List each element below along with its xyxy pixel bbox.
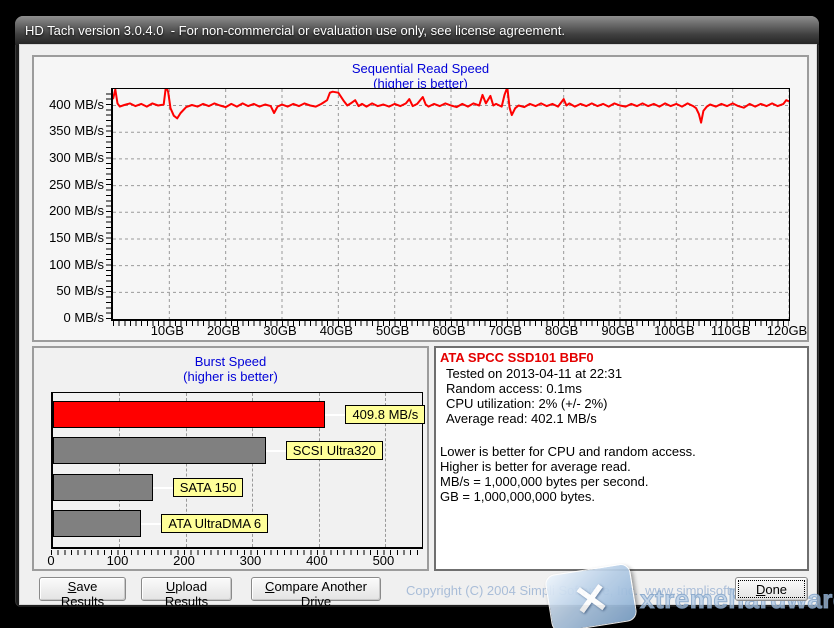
y-tick-label: 400 MB/s: [42, 98, 104, 112]
burst-x-tick-label: 400: [300, 553, 334, 568]
bar-callout-label: ATA UltraDMA 6: [161, 514, 268, 533]
drive-stats: Tested on 2013-04-11 at 22:31Random acce…: [446, 366, 622, 426]
stat-line: Average read: 402.1 MB/s: [446, 411, 622, 426]
stat-line: Tested on 2013-04-11 at 22:31: [446, 366, 622, 381]
x-tick-label: 30GB: [254, 324, 306, 338]
burst-bar-ata-ultradma-6: [53, 510, 141, 537]
y-tick-label: 100 MB/s: [42, 258, 104, 272]
burst-x-tick-label: 200: [167, 553, 201, 568]
bar-callout-label: SATA 150: [173, 478, 244, 497]
read-speed-line: [113, 89, 789, 123]
bar-callout-line: [325, 414, 345, 416]
bar-callout-line: [153, 487, 173, 489]
burst-x-tick-label: 0: [34, 553, 68, 568]
x-tick-label: 50GB: [367, 324, 419, 338]
screen-background: HD Tach version 3.0.4.0 - For non-commer…: [0, 0, 834, 628]
burst-bar-sata-150: [53, 474, 153, 501]
x-tick-label: 70GB: [479, 324, 531, 338]
x-tick-label: 40GB: [310, 324, 362, 338]
note-line: Lower is better for CPU and random acces…: [440, 444, 696, 459]
x-icon: ✕: [545, 566, 636, 628]
burst-plot: 409.8 MB/s SCSI Ultra320 SATA 150 ATA Ultra…: [51, 392, 423, 549]
x-tick-label: 60GB: [423, 324, 475, 338]
burst-chart-subtitle: (higher is better): [34, 369, 427, 384]
stat-line: Random access: 0.1ms: [446, 381, 622, 396]
note-line: GB = 1,000,000,000 bytes.: [440, 489, 696, 504]
x-tick-label: 120GB: [761, 324, 813, 338]
save-results-button[interactable]: Save Results: [39, 577, 126, 601]
client-area: Sequential Read Speed (higher is better)…: [20, 45, 816, 604]
burst-speed-panel: Burst Speed (higher is better) 409.8 MB/…: [32, 346, 429, 571]
hdtach-window: HD Tach version 3.0.4.0 - For non-commer…: [14, 15, 820, 608]
y-tick-label: 50 MB/s: [42, 284, 104, 298]
compare-another-drive-button[interactable]: Compare Another Drive: [251, 577, 381, 601]
burst-chart-title: Burst Speed: [34, 354, 427, 369]
drive-info-panel: ATA SPCC SSD101 BBF0 Tested on 2013-04-1…: [434, 346, 809, 571]
title-bar[interactable]: HD Tach version 3.0.4.0 - For non-commer…: [15, 16, 819, 45]
y-tick-label: 0 MB/s: [42, 311, 104, 325]
note-line: MB/s = 1,000,000 bytes per second.: [440, 474, 696, 489]
burst-x-tick-label: 500: [366, 553, 400, 568]
bar-callout-label: SCSI Ultra320: [286, 441, 383, 460]
legend-notes: Lower is better for CPU and random acces…: [440, 444, 696, 504]
x-tick-label: 80GB: [536, 324, 588, 338]
read-chart-title: Sequential Read Speed: [34, 61, 807, 76]
bar-callout-line: [141, 523, 161, 525]
window-title: HD Tach version 3.0.4.0 - For non-commer…: [25, 23, 565, 38]
y-tick-label: 300 MB/s: [42, 151, 104, 165]
burst-x-tick-label: 100: [100, 553, 134, 568]
burst-x-tick-label: 300: [233, 553, 267, 568]
burst-bar-scsi-ultra320: [53, 437, 266, 464]
x-tick-label: 20GB: [198, 324, 250, 338]
x-tick-label: 110GB: [705, 324, 757, 338]
y-tick-label: 200 MB/s: [42, 204, 104, 218]
y-tick-label: 350 MB/s: [42, 124, 104, 138]
note-line: Higher is better for average read.: [440, 459, 696, 474]
y-tick-label: 150 MB/s: [42, 231, 104, 245]
done-button[interactable]: Done: [735, 577, 808, 601]
x-tick-label: 10GB: [141, 324, 193, 338]
read-plot-svg: [113, 89, 789, 319]
upload-results-button[interactable]: Upload Results: [141, 577, 232, 601]
stat-line: CPU utilization: 2% (+/- 2%): [446, 396, 622, 411]
bar-callout-line: [266, 450, 286, 452]
drive-name: ATA SPCC SSD101 BBF0: [440, 350, 594, 365]
x-tick-label: 90GB: [592, 324, 644, 338]
read-plot: [111, 88, 790, 321]
bar-callout-label: 409.8 MB/s: [345, 405, 425, 424]
y-minor-ticks: [106, 89, 111, 319]
sequential-read-panel: Sequential Read Speed (higher is better)…: [32, 55, 809, 342]
burst-bar-tested-drive-burst: [53, 401, 325, 428]
y-tick-label: 250 MB/s: [42, 178, 104, 192]
x-tick-label: 100GB: [648, 324, 700, 338]
